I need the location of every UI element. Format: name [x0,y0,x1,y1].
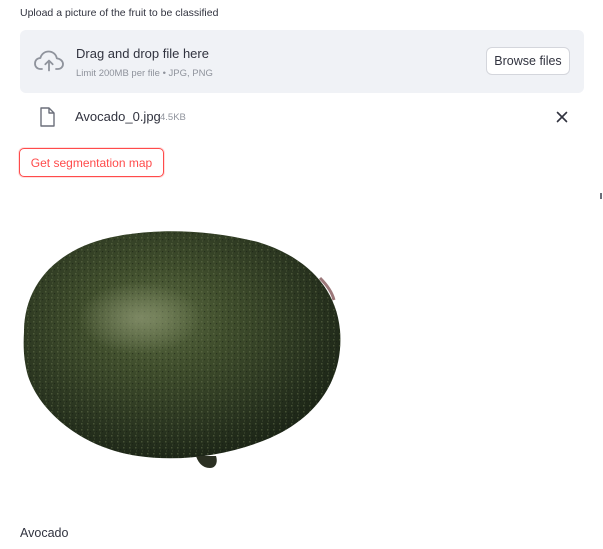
uploaded-file-row: Avocado_0.jpg 4.5KB [20,104,584,132]
dropzone-limit-text: Limit 200MB per file • JPG, PNG [76,68,213,79]
avocado-image [23,231,341,468]
uploaded-file-name: Avocado_0.jpg [75,109,161,124]
prediction-label: Avocado [20,526,69,540]
browse-files-button[interactable]: Browse files [486,47,570,75]
file-icon [40,107,55,127]
file-dropzone[interactable]: Drag and drop file here Limit 200MB per … [20,30,584,93]
uploader-label: Upload a picture of the fruit to be clas… [20,7,219,19]
dropzone-title: Drag and drop file here [76,46,209,61]
scroll-tick [600,193,602,199]
close-icon[interactable] [552,107,572,127]
cloud-upload-icon [34,50,64,72]
get-segmentation-map-button[interactable]: Get segmentation map [19,148,164,177]
app-page: Upload a picture of the fruit to be clas… [0,0,603,549]
uploaded-file-size: 4.5KB [160,112,186,123]
